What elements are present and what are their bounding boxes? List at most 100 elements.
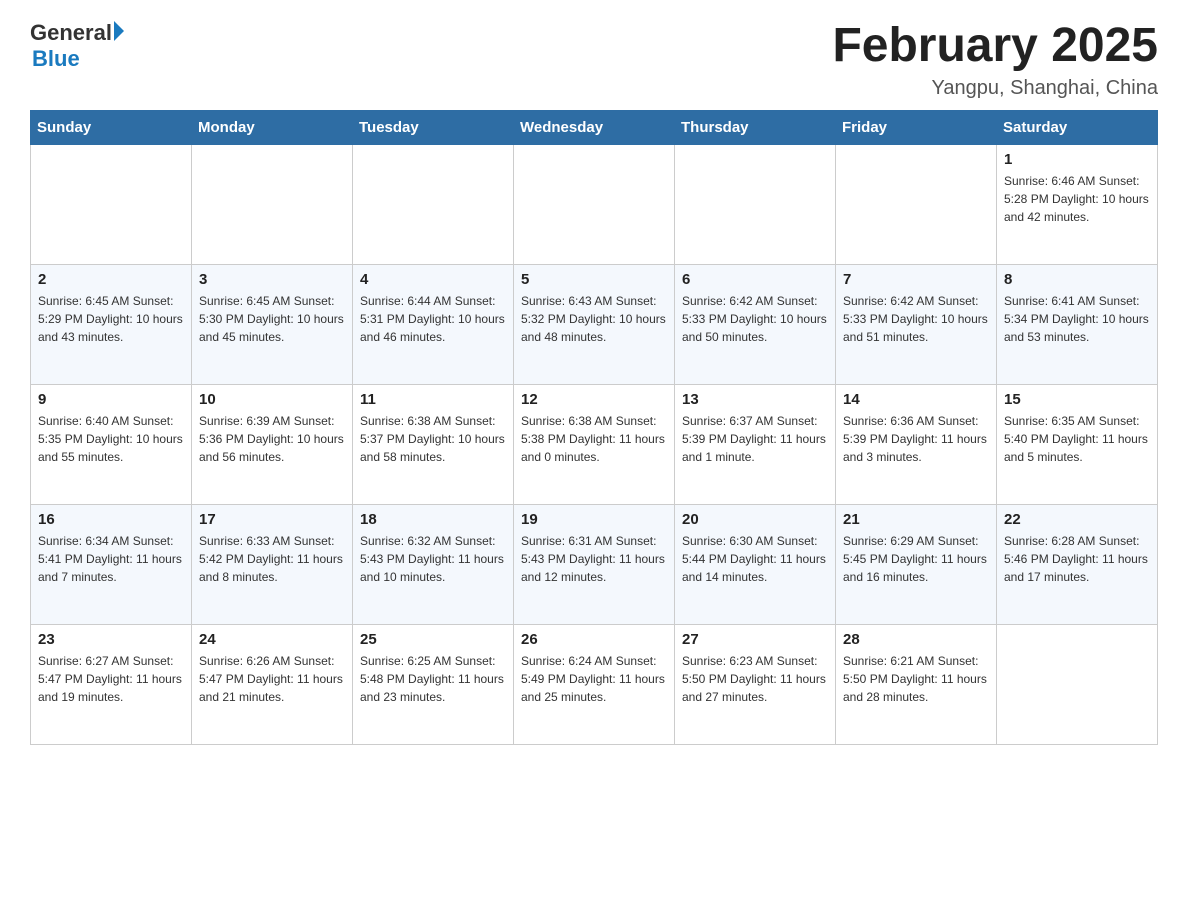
day-info: Sunrise: 6:41 AM Sunset: 5:34 PM Dayligh… — [1004, 292, 1150, 346]
day-info: Sunrise: 6:24 AM Sunset: 5:49 PM Dayligh… — [521, 652, 667, 706]
header-col-sunday: Sunday — [31, 110, 192, 144]
calendar-day-cell: 13 Sunrise: 6:37 AM Sunset: 5:39 PM Dayli… — [675, 384, 836, 504]
day-info: Sunrise: 6:26 AM Sunset: 5:47 PM Dayligh… — [199, 652, 345, 706]
header-col-friday: Friday — [836, 110, 997, 144]
calendar-day-cell: 18 Sunrise: 6:32 AM Sunset: 5:43 PM Dayli… — [353, 504, 514, 624]
day-info: Sunrise: 6:37 AM Sunset: 5:39 PM Dayligh… — [682, 412, 828, 466]
calendar-day-cell: 11 Sunrise: 6:38 AM Sunset: 5:37 PM Dayli… — [353, 384, 514, 504]
calendar-day-cell: 3 Sunrise: 6:45 AM Sunset: 5:30 PM Daylig… — [192, 264, 353, 384]
day-number: 11 — [360, 391, 506, 408]
day-info: Sunrise: 6:25 AM Sunset: 5:48 PM Dayligh… — [360, 652, 506, 706]
day-info: Sunrise: 6:35 AM Sunset: 5:40 PM Dayligh… — [1004, 412, 1150, 466]
calendar-day-cell: 24 Sunrise: 6:26 AM Sunset: 5:47 PM Dayli… — [192, 624, 353, 744]
logo-blue: Blue — [32, 46, 80, 72]
day-number: 15 — [1004, 391, 1150, 408]
calendar-body: 1 Sunrise: 6:46 AM Sunset: 5:28 PM Daylig… — [31, 144, 1158, 744]
calendar-day-cell: 23Sunrise: 6:27 AM Sunset: 5:47 PM Dayli… — [31, 624, 192, 744]
day-info: Sunrise: 6:28 AM Sunset: 5:46 PM Dayligh… — [1004, 532, 1150, 586]
day-info: Sunrise: 6:29 AM Sunset: 5:45 PM Dayligh… — [843, 532, 989, 586]
day-number: 8 — [1004, 271, 1150, 288]
header-col-tuesday: Tuesday — [353, 110, 514, 144]
calendar-week-row: 16 Sunrise: 6:34 AM Sunset: 5:41 PM Dayli… — [31, 504, 1158, 624]
calendar-day-cell: 20 Sunrise: 6:30 AM Sunset: 5:44 PM Dayli… — [675, 504, 836, 624]
day-info: Sunrise: 6:27 AM Sunset: 5:47 PM Dayligh… — [38, 652, 184, 706]
calendar-week-row: 2 Sunrise: 6:45 AM Sunset: 5:29 PM Daylig… — [31, 264, 1158, 384]
day-number: 4 — [360, 271, 506, 288]
day-number: 24 — [199, 631, 345, 648]
day-info: Sunrise: 6:31 AM Sunset: 5:43 PM Dayligh… — [521, 532, 667, 586]
calendar-day-cell: 17Sunrise: 6:33 AM Sunset: 5:42 PM Dayli… — [192, 504, 353, 624]
calendar-day-cell: 5 Sunrise: 6:43 AM Sunset: 5:32 PM Daylig… — [514, 264, 675, 384]
day-info: Sunrise: 6:46 AM Sunset: 5:28 PM Dayligh… — [1004, 172, 1150, 226]
calendar-title: February 2025 — [832, 20, 1158, 73]
day-number: 6 — [682, 271, 828, 288]
day-number: 26 — [521, 631, 667, 648]
header-col-monday: Monday — [192, 110, 353, 144]
day-info: Sunrise: 6:36 AM Sunset: 5:39 PM Dayligh… — [843, 412, 989, 466]
header-col-thursday: Thursday — [675, 110, 836, 144]
day-number: 17 — [199, 511, 345, 528]
day-number: 7 — [843, 271, 989, 288]
calendar-header: SundayMondayTuesdayWednesdayThursdayFrid… — [31, 110, 1158, 144]
calendar-table: SundayMondayTuesdayWednesdayThursdayFrid… — [30, 110, 1158, 745]
day-info: Sunrise: 6:45 AM Sunset: 5:30 PM Dayligh… — [199, 292, 345, 346]
day-number: 20 — [682, 511, 828, 528]
day-info: Sunrise: 6:32 AM Sunset: 5:43 PM Dayligh… — [360, 532, 506, 586]
day-number: 28 — [843, 631, 989, 648]
day-info: Sunrise: 6:40 AM Sunset: 5:35 PM Dayligh… — [38, 412, 184, 466]
logo-general: General — [30, 20, 112, 46]
day-info: Sunrise: 6:39 AM Sunset: 5:36 PM Dayligh… — [199, 412, 345, 466]
logo: General Blue — [30, 20, 124, 72]
logo-arrow-icon — [114, 21, 124, 41]
calendar-subtitle: Yangpu, Shanghai, China — [832, 77, 1158, 100]
calendar-day-cell: 8 Sunrise: 6:41 AM Sunset: 5:34 PM Daylig… — [997, 264, 1158, 384]
day-number: 13 — [682, 391, 828, 408]
calendar-day-cell — [997, 624, 1158, 744]
day-info: Sunrise: 6:43 AM Sunset: 5:32 PM Dayligh… — [521, 292, 667, 346]
calendar-day-cell: 1 Sunrise: 6:46 AM Sunset: 5:28 PM Daylig… — [997, 144, 1158, 264]
calendar-day-cell — [514, 144, 675, 264]
calendar-week-row: 1 Sunrise: 6:46 AM Sunset: 5:28 PM Daylig… — [31, 144, 1158, 264]
calendar-week-row: 9 Sunrise: 6:40 AM Sunset: 5:35 PM Daylig… — [31, 384, 1158, 504]
day-number: 22 — [1004, 511, 1150, 528]
calendar-day-cell: 25 Sunrise: 6:25 AM Sunset: 5:48 PM Dayli… — [353, 624, 514, 744]
calendar-day-cell: 15 Sunrise: 6:35 AM Sunset: 5:40 PM Dayli… — [997, 384, 1158, 504]
day-info: Sunrise: 6:38 AM Sunset: 5:38 PM Dayligh… — [521, 412, 667, 466]
calendar-week-row: 23Sunrise: 6:27 AM Sunset: 5:47 PM Dayli… — [31, 624, 1158, 744]
day-number: 9 — [38, 391, 184, 408]
day-info: Sunrise: 6:23 AM Sunset: 5:50 PM Dayligh… — [682, 652, 828, 706]
day-number: 18 — [360, 511, 506, 528]
day-number: 25 — [360, 631, 506, 648]
calendar-day-cell: 22 Sunrise: 6:28 AM Sunset: 5:46 PM Dayli… — [997, 504, 1158, 624]
header-row: SundayMondayTuesdayWednesdayThursdayFrid… — [31, 110, 1158, 144]
title-block: February 2025 Yangpu, Shanghai, China — [832, 20, 1158, 100]
day-info: Sunrise: 6:34 AM Sunset: 5:41 PM Dayligh… — [38, 532, 184, 586]
calendar-day-cell: 7 Sunrise: 6:42 AM Sunset: 5:33 PM Daylig… — [836, 264, 997, 384]
calendar-day-cell — [31, 144, 192, 264]
day-info: Sunrise: 6:38 AM Sunset: 5:37 PM Dayligh… — [360, 412, 506, 466]
day-info: Sunrise: 6:42 AM Sunset: 5:33 PM Dayligh… — [843, 292, 989, 346]
calendar-day-cell — [192, 144, 353, 264]
calendar-day-cell: 2 Sunrise: 6:45 AM Sunset: 5:29 PM Daylig… — [31, 264, 192, 384]
calendar-day-cell: 21 Sunrise: 6:29 AM Sunset: 5:45 PM Dayli… — [836, 504, 997, 624]
day-number: 27 — [682, 631, 828, 648]
calendar-day-cell: 12 Sunrise: 6:38 AM Sunset: 5:38 PM Dayli… — [514, 384, 675, 504]
calendar-day-cell: 27 Sunrise: 6:23 AM Sunset: 5:50 PM Dayli… — [675, 624, 836, 744]
day-info: Sunrise: 6:42 AM Sunset: 5:33 PM Dayligh… — [682, 292, 828, 346]
day-number: 2 — [38, 271, 184, 288]
day-number: 1 — [1004, 151, 1150, 168]
calendar-day-cell — [353, 144, 514, 264]
day-info: Sunrise: 6:44 AM Sunset: 5:31 PM Dayligh… — [360, 292, 506, 346]
day-info: Sunrise: 6:45 AM Sunset: 5:29 PM Dayligh… — [38, 292, 184, 346]
day-number: 12 — [521, 391, 667, 408]
day-number: 21 — [843, 511, 989, 528]
calendar-day-cell: 6 Sunrise: 6:42 AM Sunset: 5:33 PM Daylig… — [675, 264, 836, 384]
day-info: Sunrise: 6:30 AM Sunset: 5:44 PM Dayligh… — [682, 532, 828, 586]
calendar-day-cell: 10 Sunrise: 6:39 AM Sunset: 5:36 PM Dayli… — [192, 384, 353, 504]
day-number: 16 — [38, 511, 184, 528]
day-number: 10 — [199, 391, 345, 408]
day-info: Sunrise: 6:21 AM Sunset: 5:50 PM Dayligh… — [843, 652, 989, 706]
calendar-day-cell: 16 Sunrise: 6:34 AM Sunset: 5:41 PM Dayli… — [31, 504, 192, 624]
day-number: 5 — [521, 271, 667, 288]
day-number: 3 — [199, 271, 345, 288]
